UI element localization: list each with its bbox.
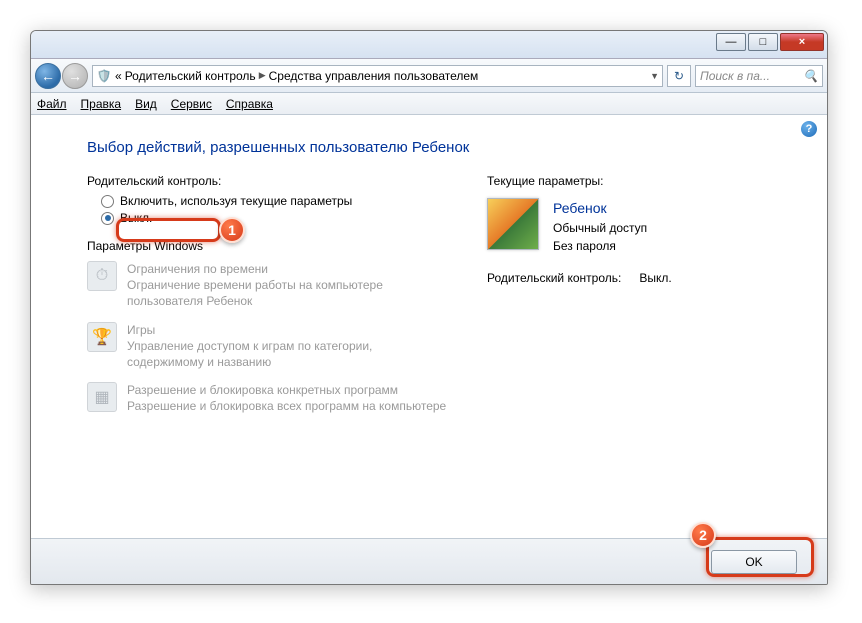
chevron-down-icon[interactable]: ▼	[650, 71, 659, 81]
navbar: ← → 🛡️ « Родительский контроль ▶ Средств…	[31, 59, 827, 93]
setting-games-desc: Управление доступом к играм по категории…	[127, 338, 447, 370]
annotation-marker-2: 2	[690, 522, 716, 548]
cur-params-label: Текущие параметры:	[487, 174, 791, 188]
radio-disable[interactable]: Выкл.	[101, 211, 447, 225]
left-column: Родительский контроль: Включить, использ…	[87, 174, 447, 427]
menu-view[interactable]: Вид	[135, 97, 157, 111]
radio-enable[interactable]: Включить, используя текущие параметры	[101, 194, 447, 208]
minimize-icon: —	[726, 36, 737, 48]
setting-apps-desc: Разрешение и блокировка всех программ на…	[127, 398, 446, 414]
window: — □ × ← → 🛡️ « Родительский контроль ▶ С…	[30, 30, 828, 585]
right-column: Текущие параметры: Ребенок Обычный досту…	[487, 174, 791, 427]
setting-apps[interactable]: ▦ Разрешение и блокировка конкретных про…	[87, 382, 447, 414]
annotation-marker-1: 1	[219, 217, 245, 243]
search-input[interactable]: Поиск в па... 🔍	[695, 65, 823, 87]
radio-button-selected-icon	[101, 212, 114, 225]
radio-enable-label: Включить, используя текущие параметры	[120, 194, 352, 208]
avatar	[487, 198, 539, 250]
maximize-button[interactable]: □	[748, 33, 778, 51]
chevron-right-icon: ▶	[259, 70, 266, 81]
user-password: Без пароля	[553, 237, 647, 255]
breadcrumb[interactable]: 🛡️ « Родительский контроль ▶ Средства уп…	[92, 65, 663, 87]
user-name: Ребенок	[553, 198, 647, 219]
nav-buttons: ← →	[35, 63, 88, 89]
content-area: ? Выбор действий, разрешенных пользовате…	[31, 115, 827, 538]
forward-button[interactable]: →	[62, 63, 88, 89]
radio-button-icon	[101, 195, 114, 208]
refresh-button[interactable]: ↻	[667, 65, 691, 87]
setting-time[interactable]: ⏱ Ограничения по времени Ограничение вре…	[87, 261, 447, 310]
apps-icon: ▦	[87, 382, 117, 412]
page-title: Выбор действий, разрешенных пользователю…	[87, 139, 791, 156]
breadcrumb-prefix: «	[115, 69, 122, 83]
setting-time-title: Ограничения по времени	[127, 261, 447, 277]
menu-help[interactable]: Справка	[226, 97, 273, 111]
setting-apps-title: Разрешение и блокировка конкретных прогр…	[127, 382, 446, 398]
menubar: Файл Правка Вид Сервис Справка	[31, 93, 827, 115]
pc-state-label: Родительский контроль:	[487, 271, 621, 285]
search-icon: 🔍	[803, 69, 818, 83]
clock-icon: ⏱	[87, 261, 117, 291]
pc-state-value: Выкл.	[639, 271, 671, 285]
pc-label: Родительский контроль:	[87, 174, 447, 188]
close-icon: ×	[799, 36, 805, 48]
arrow-left-icon: ←	[41, 68, 55, 84]
close-button[interactable]: ×	[780, 33, 824, 51]
breadcrumb-item[interactable]: Родительский контроль	[125, 69, 256, 83]
arrow-right-icon: →	[68, 68, 82, 84]
minimize-button[interactable]: —	[716, 33, 746, 51]
maximize-icon: □	[760, 36, 767, 48]
menu-edit[interactable]: Правка	[81, 97, 122, 111]
trophy-icon: 🏆	[87, 322, 117, 352]
setting-time-desc: Ограничение времени работы на компьютере…	[127, 277, 447, 309]
menu-tools[interactable]: Сервис	[171, 97, 212, 111]
shield-icon: 🛡️	[96, 68, 112, 84]
back-button[interactable]: ←	[35, 63, 61, 89]
ok-button[interactable]: OK	[711, 550, 797, 574]
user-type: Обычный доступ	[553, 219, 647, 237]
help-icon[interactable]: ?	[801, 121, 817, 137]
breadcrumb-item[interactable]: Средства управления пользователем	[269, 69, 479, 83]
menu-file[interactable]: Файл	[37, 97, 67, 111]
search-placeholder: Поиск в па...	[700, 69, 770, 83]
titlebar: — □ ×	[31, 31, 827, 59]
setting-games[interactable]: 🏆 Игры Управление доступом к играм по ка…	[87, 322, 447, 371]
setting-games-title: Игры	[127, 322, 447, 338]
radio-disable-label: Выкл.	[120, 211, 152, 225]
win-params-label: Параметры Windows	[87, 239, 447, 253]
refresh-icon: ↻	[674, 69, 684, 83]
